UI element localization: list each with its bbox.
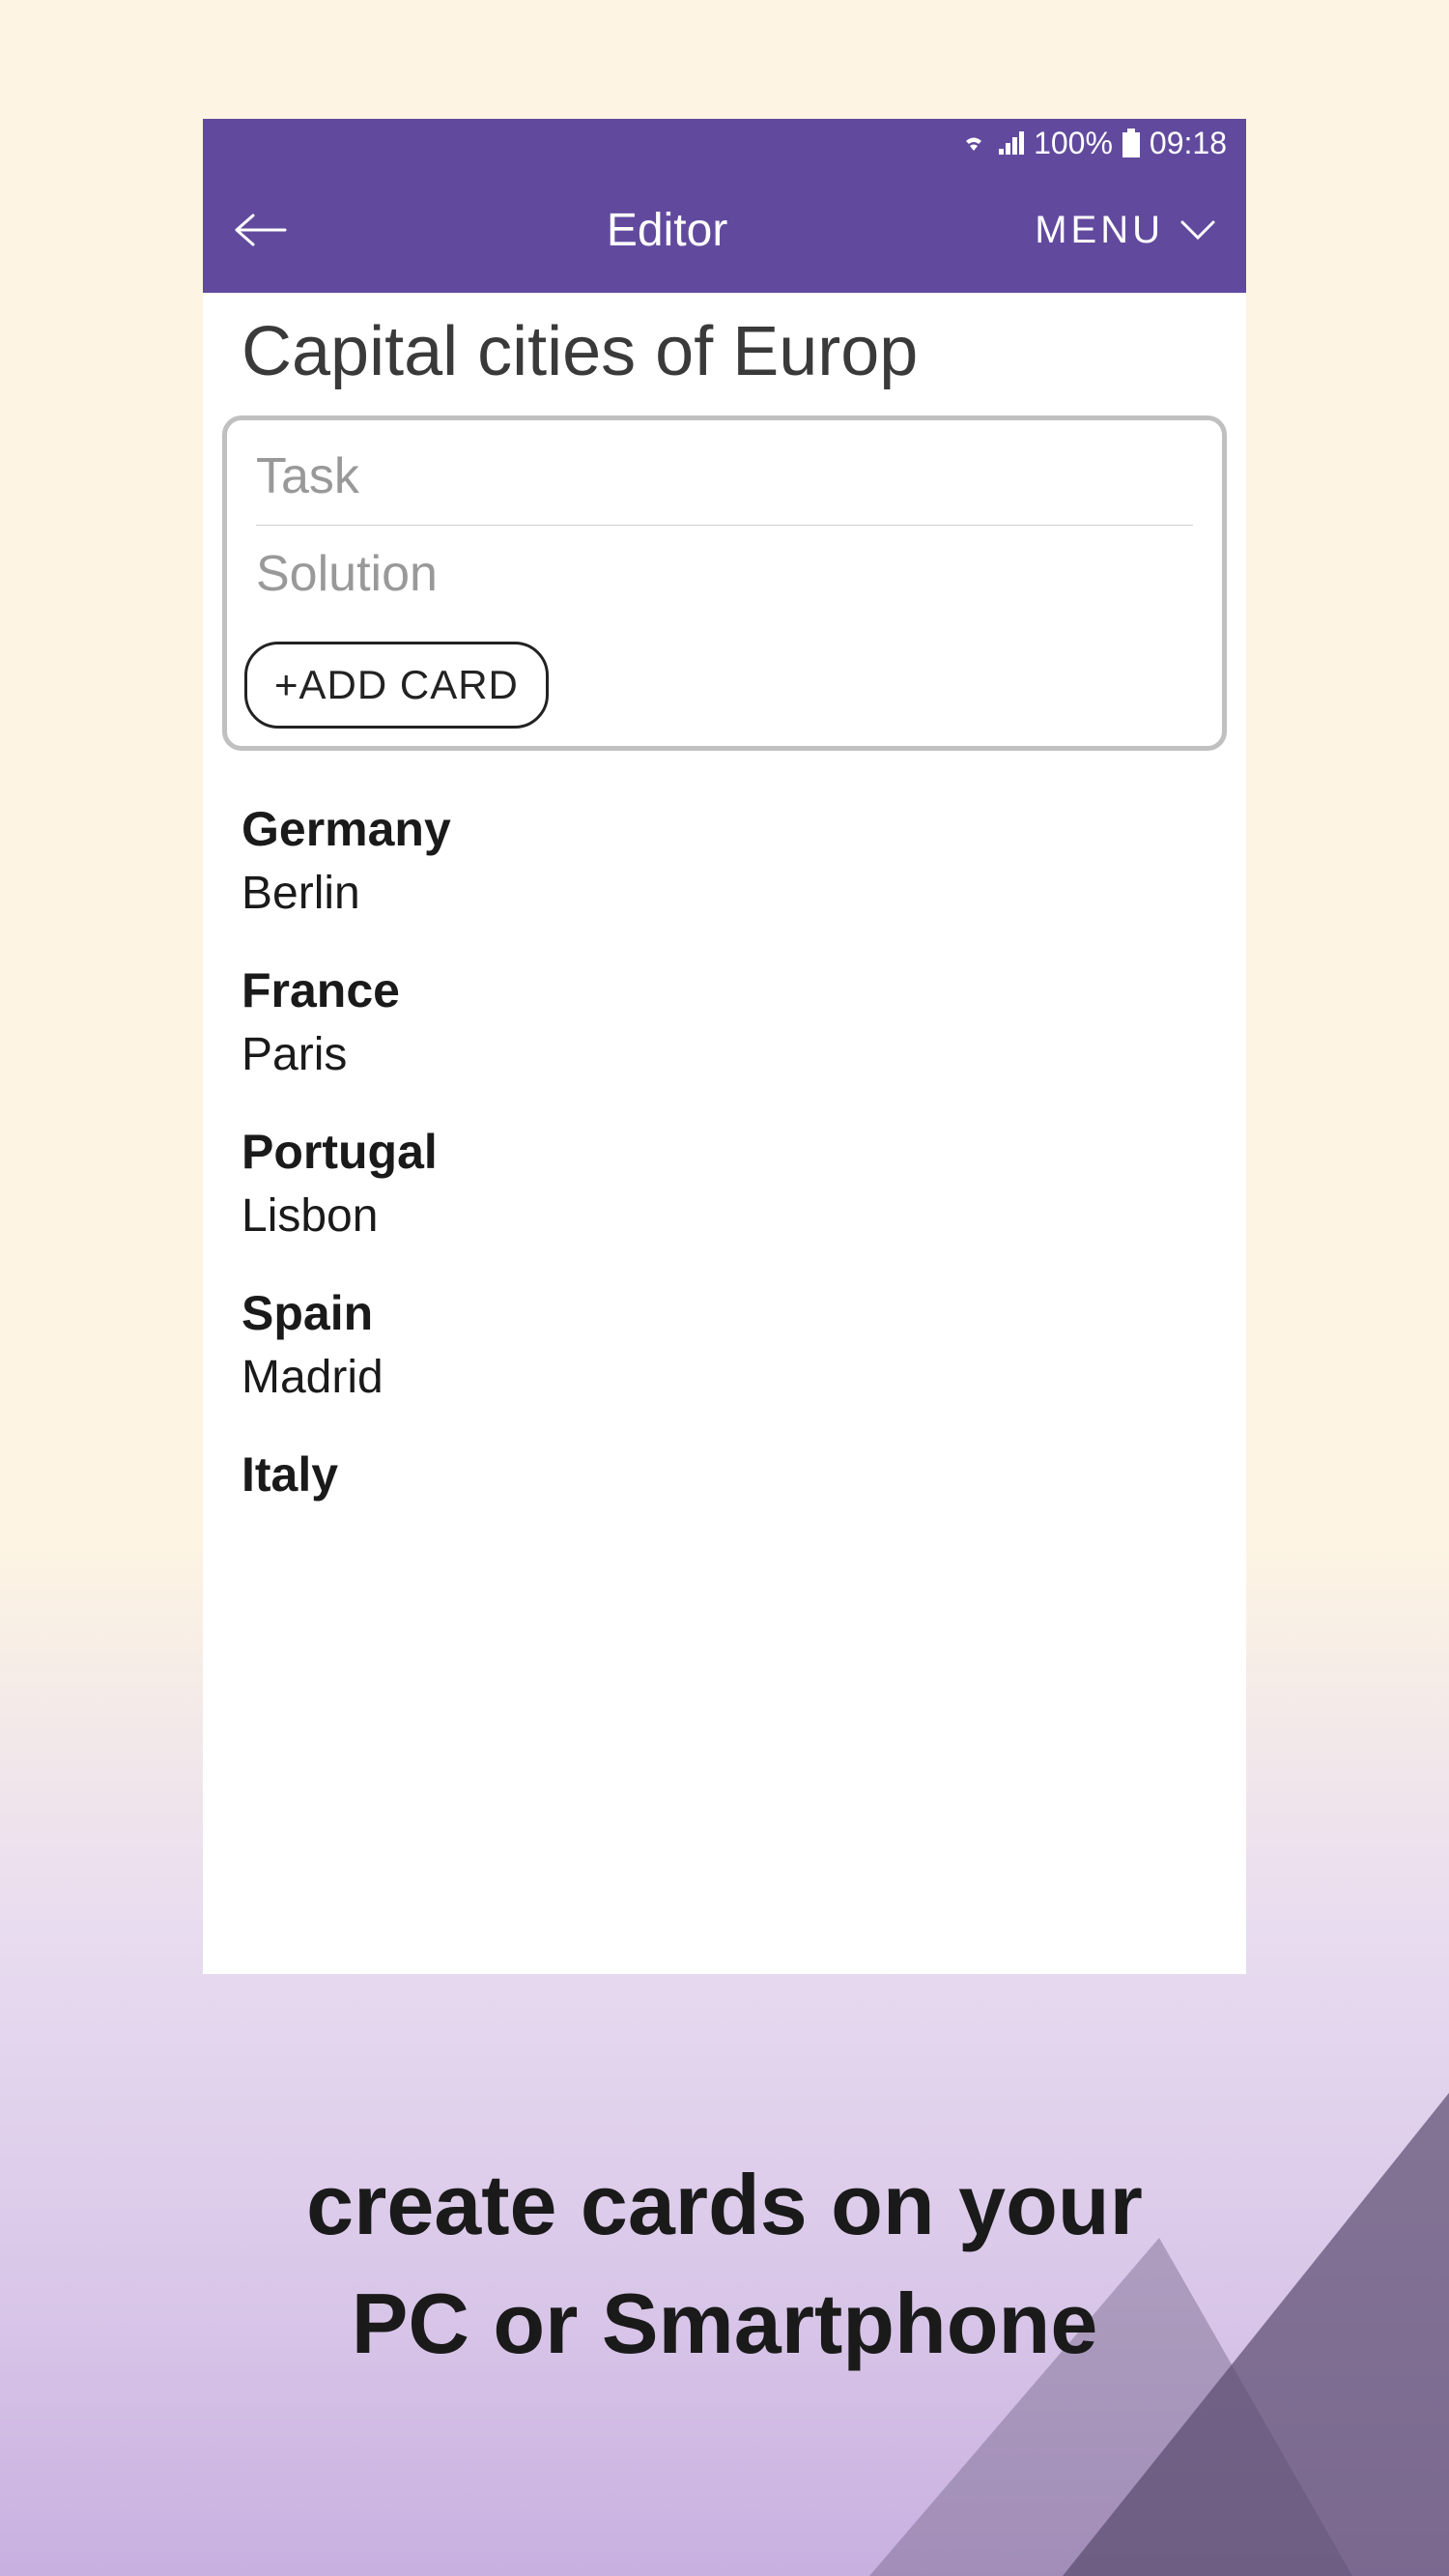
promo-line2: PC or Smartphone	[0, 2264, 1449, 2383]
promo-text: create cards on your PC or Smartphone	[0, 2145, 1449, 2383]
header-title: Editor	[299, 204, 1035, 257]
content-area: Capital cities of Europ Task Solution +A…	[203, 293, 1246, 1974]
chevron-down-icon	[1179, 218, 1217, 242]
new-card-form: Task Solution +ADD CARD	[222, 415, 1227, 751]
status-time: 09:18	[1150, 126, 1227, 161]
status-icons: 100% 09:18	[960, 126, 1227, 161]
card-task: France	[242, 962, 1208, 1018]
app-header: Editor MENU	[203, 167, 1246, 293]
card-list: Germany Berlin France Paris Portugal Lis…	[203, 751, 1246, 1533]
card-task: Italy	[242, 1446, 1208, 1503]
card-solution: Paris	[242, 1028, 1208, 1081]
card-solution: Lisbon	[242, 1189, 1208, 1243]
card-task: Germany	[242, 801, 1208, 857]
card-item[interactable]: Germany Berlin	[242, 780, 1208, 941]
card-item[interactable]: Spain Madrid	[242, 1264, 1208, 1425]
arrow-left-icon	[232, 211, 290, 249]
status-bar: 100% 09:18	[203, 119, 1246, 167]
add-card-button[interactable]: +ADD CARD	[244, 642, 549, 729]
task-input[interactable]: Task	[227, 428, 1222, 525]
solution-input[interactable]: Solution	[227, 526, 1222, 622]
battery-icon	[1122, 129, 1140, 157]
promo-line1: create cards on your	[0, 2145, 1449, 2264]
deck-title: Capital cities of Europ	[203, 293, 1246, 415]
card-solution: Berlin	[242, 867, 1208, 920]
back-button[interactable]	[232, 211, 299, 249]
card-item[interactable]: Portugal Lisbon	[242, 1102, 1208, 1264]
menu-button[interactable]: MENU	[1035, 209, 1217, 252]
wifi-icon	[960, 131, 987, 155]
battery-percent: 100%	[1034, 126, 1113, 161]
card-item[interactable]: France Paris	[242, 941, 1208, 1102]
card-task: Portugal	[242, 1124, 1208, 1180]
card-task: Spain	[242, 1285, 1208, 1341]
menu-label: MENU	[1035, 209, 1164, 252]
signal-icon	[997, 131, 1024, 155]
phone-app-frame: 100% 09:18 Editor MENU Capital cities of…	[203, 119, 1246, 1974]
card-solution: Madrid	[242, 1351, 1208, 1404]
card-item[interactable]: Italy	[242, 1425, 1208, 1533]
